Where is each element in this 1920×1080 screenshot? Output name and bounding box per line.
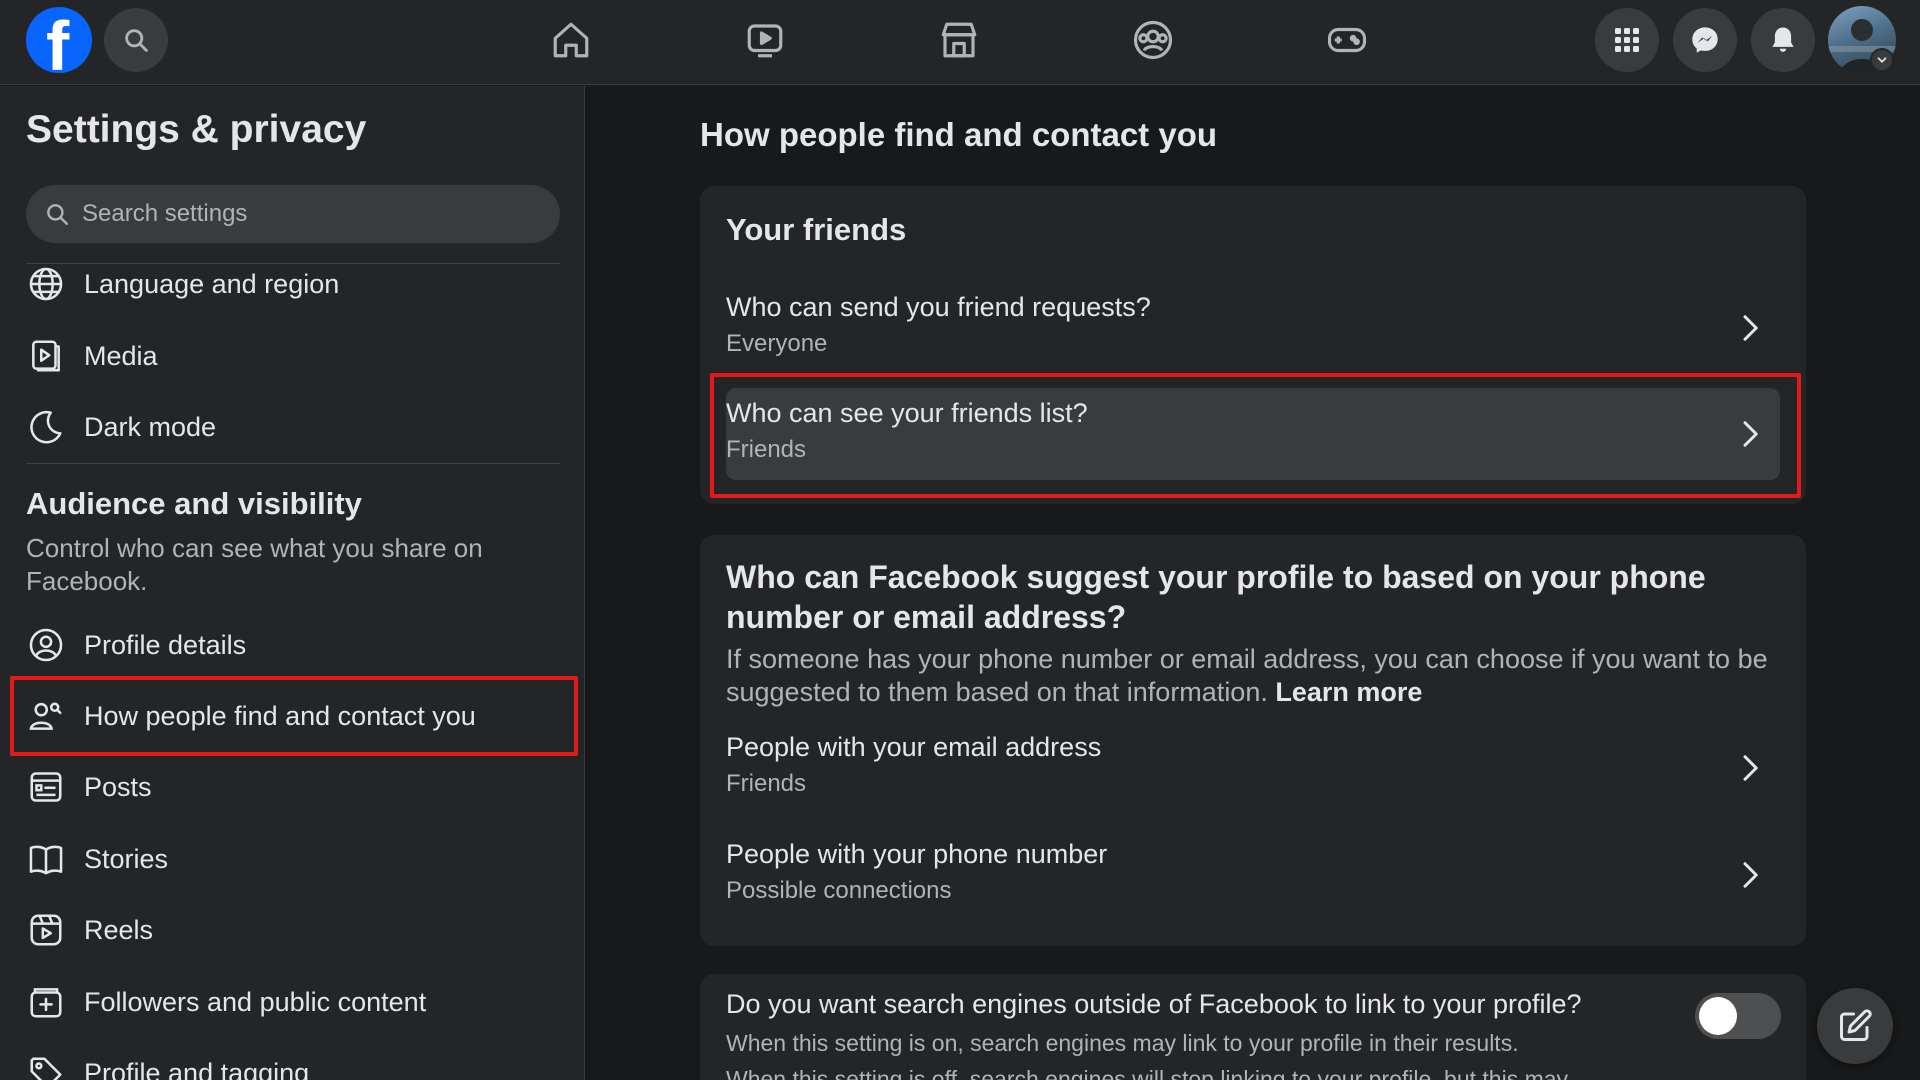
section-description: Control who can see what you share on Fa… xyxy=(26,533,483,596)
friends-list-highlight-box xyxy=(710,373,1801,498)
settings-sidebar: Settings & privacy Language and region M… xyxy=(0,86,585,1080)
nav-marketplace[interactable] xyxy=(914,12,1004,68)
setting-question: People with your phone number xyxy=(726,839,1108,869)
card-heading: Your friends xyxy=(726,212,907,247)
sidebar-item-followers-and-public-content[interactable]: Followers and public content xyxy=(26,974,560,1030)
profile-suggestion-card: Who can Facebook suggest your profile to… xyxy=(700,535,1806,946)
nav-video[interactable] xyxy=(720,12,810,68)
stories-icon xyxy=(26,839,66,879)
email-address-setting[interactable]: People with your email address Friends xyxy=(726,722,1780,814)
moon-icon xyxy=(26,407,66,447)
sidebar-item-language-and-region[interactable]: Language and region xyxy=(26,256,560,312)
facebook-logo[interactable]: f xyxy=(26,7,92,73)
search-button[interactable] xyxy=(104,8,168,72)
search-settings-input[interactable] xyxy=(82,200,522,228)
tag-icon xyxy=(26,1053,66,1080)
sidebar-item-profile-and-tagging[interactable]: Profile and tagging xyxy=(26,1045,560,1080)
sidebar-item-profile-details[interactable]: Profile details xyxy=(26,617,560,673)
sidebar-item-label: Stories xyxy=(84,843,169,874)
compose-icon xyxy=(1840,1009,1872,1041)
messenger-icon xyxy=(1692,27,1718,53)
sidebar-item-media[interactable]: Media xyxy=(26,328,560,384)
top-navigation-bar: f xyxy=(0,0,1920,85)
friend-requests-setting[interactable]: Who can send you friend requests? Everyo… xyxy=(726,282,1780,374)
sidebar-item-label: Reels xyxy=(84,914,154,945)
search-engine-toggle[interactable] xyxy=(1695,993,1781,1039)
home-icon xyxy=(553,22,589,58)
card-description: If someone has your phone number or emai… xyxy=(726,643,1786,709)
chevron-right-icon xyxy=(1732,750,1768,786)
globe-icon xyxy=(26,264,66,304)
sidebar-title: Settings & privacy xyxy=(26,108,367,151)
active-item-highlight xyxy=(10,676,578,756)
setting-value: Everyone xyxy=(726,330,828,357)
search-icon xyxy=(47,204,68,225)
toggle-knob xyxy=(1699,997,1737,1035)
nav-gaming[interactable] xyxy=(1302,12,1392,68)
menu-grid-icon xyxy=(1615,28,1639,52)
phone-number-setting[interactable]: People with your phone number Possible c… xyxy=(726,829,1780,921)
sidebar-item-stories[interactable]: Stories xyxy=(26,831,560,887)
description-text: If someone has your phone number or emai… xyxy=(726,644,1768,707)
setting-question: Do you want search engines outside of Fa… xyxy=(726,989,1582,1019)
sidebar-item-label: Profile details xyxy=(84,629,247,660)
messenger-button[interactable] xyxy=(1673,8,1737,72)
account-menu-badge[interactable] xyxy=(1870,48,1894,72)
setting-value: Possible connections xyxy=(726,877,952,904)
facebook-logo-letter: f xyxy=(46,7,70,73)
profile-icon xyxy=(26,625,66,665)
section-title: Audience and visibility xyxy=(26,486,362,521)
marketplace-icon xyxy=(941,22,977,58)
sidebar-item-label: Profile and tagging xyxy=(84,1057,310,1080)
setting-question: People with your email address xyxy=(726,732,1102,762)
notifications-button[interactable] xyxy=(1751,8,1815,72)
setting-description: When this setting is on, search engines … xyxy=(726,1030,1519,1056)
notifications-icon xyxy=(1772,27,1794,52)
chevron-right-icon xyxy=(1732,310,1768,346)
chevron-down-icon xyxy=(1877,57,1887,63)
reels-icon xyxy=(26,910,66,950)
setting-description: When this setting is off, search engines… xyxy=(726,1066,1569,1080)
followers-icon xyxy=(26,982,66,1022)
media-icon xyxy=(26,336,66,376)
sidebar-item-reels[interactable]: Reels xyxy=(26,902,560,958)
nav-home[interactable] xyxy=(526,12,616,68)
menu-button[interactable] xyxy=(1595,8,1659,72)
page-title: How people find and contact you xyxy=(700,116,1218,153)
gaming-icon xyxy=(1327,27,1367,53)
sidebar-item-dark-mode[interactable]: Dark mode xyxy=(26,399,560,455)
setting-question: Who can send you friend requests? xyxy=(726,292,1151,322)
sidebar-item-posts[interactable]: Posts xyxy=(26,759,560,815)
sidebar-item-label: Language and region xyxy=(84,268,340,299)
learn-more-link[interactable]: Learn more xyxy=(1275,677,1422,707)
search-settings-field[interactable] xyxy=(26,185,560,243)
nav-groups[interactable] xyxy=(1108,12,1198,68)
groups-icon xyxy=(1133,20,1173,60)
sidebar-item-label: Dark mode xyxy=(84,411,217,442)
setting-value: Friends xyxy=(726,770,807,797)
search-icon xyxy=(125,29,148,52)
sidebar-item-label: Posts xyxy=(84,771,152,802)
video-icon xyxy=(747,24,783,58)
sidebar-item-label: Followers and public content xyxy=(84,986,427,1017)
sidebar-item-label: Media xyxy=(84,340,158,371)
chevron-right-icon xyxy=(1732,857,1768,893)
sidebar-divider xyxy=(26,463,560,464)
card-heading: Who can Facebook suggest your profile to… xyxy=(726,559,1706,635)
search-engine-card: Do you want search engines outside of Fa… xyxy=(700,974,1806,1080)
posts-icon xyxy=(26,767,66,807)
new-message-button[interactable] xyxy=(1817,988,1893,1064)
